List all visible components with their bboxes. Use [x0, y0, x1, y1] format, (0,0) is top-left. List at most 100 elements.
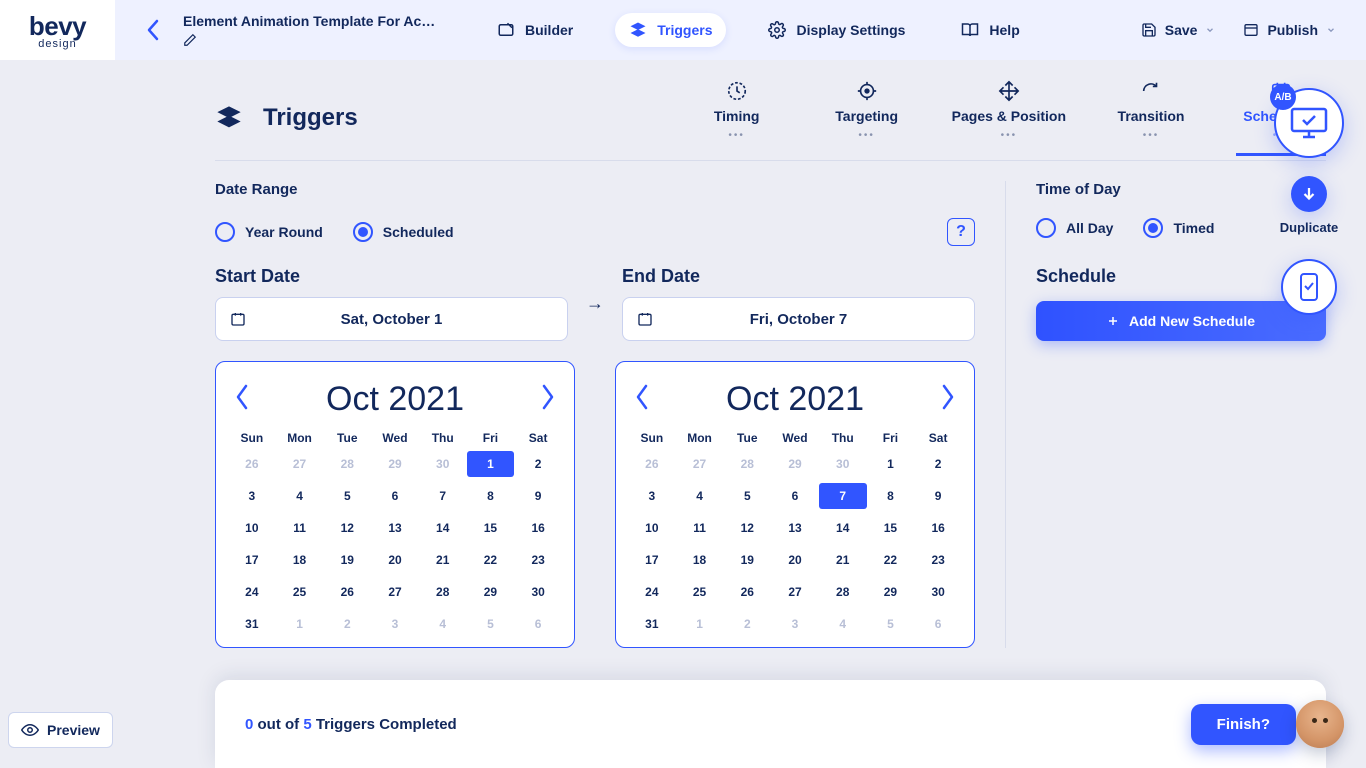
cal-day[interactable]: 15 — [867, 515, 915, 541]
cal-day[interactable]: 19 — [723, 547, 771, 573]
cal-day[interactable]: 16 — [514, 515, 562, 541]
cal-day[interactable]: 29 — [867, 579, 915, 605]
tab-help[interactable]: Help — [947, 13, 1033, 47]
cal-day[interactable]: 6 — [771, 483, 819, 509]
cal-day[interactable]: 14 — [819, 515, 867, 541]
cal-day[interactable]: 22 — [467, 547, 515, 573]
cal-day[interactable]: 17 — [228, 547, 276, 573]
cal-day[interactable]: 31 — [228, 611, 276, 637]
cal-day[interactable]: 28 — [819, 579, 867, 605]
cal-day-muted[interactable]: 28 — [323, 451, 371, 477]
logo[interactable]: bevy design — [0, 11, 115, 50]
cal-day[interactable]: 14 — [419, 515, 467, 541]
publish-button[interactable]: Publish — [1243, 22, 1336, 38]
cal-day[interactable]: 27 — [371, 579, 419, 605]
cal-day-muted[interactable]: 3 — [771, 611, 819, 637]
cal-day[interactable]: 7 — [819, 483, 867, 509]
cal-day-muted[interactable]: 29 — [371, 451, 419, 477]
cal-day[interactable]: 7 — [419, 483, 467, 509]
cal-day[interactable]: 26 — [323, 579, 371, 605]
trigger-tab-pages[interactable]: Pages & Position ••• — [952, 80, 1066, 156]
cal-day[interactable]: 13 — [771, 515, 819, 541]
cal-day[interactable]: 4 — [676, 483, 724, 509]
cal-day-muted[interactable]: 27 — [276, 451, 324, 477]
cal-next-button[interactable] — [540, 383, 556, 416]
cal-day[interactable]: 27 — [771, 579, 819, 605]
finish-button[interactable]: Finish? — [1191, 704, 1296, 745]
cal-day[interactable]: 24 — [628, 579, 676, 605]
cal-day-muted[interactable]: 6 — [514, 611, 562, 637]
cal-day-muted[interactable]: 1 — [276, 611, 324, 637]
cal-day[interactable]: 21 — [419, 547, 467, 573]
trigger-tab-targeting[interactable]: Targeting ••• — [822, 80, 912, 156]
cal-day[interactable]: 5 — [723, 483, 771, 509]
cal-day[interactable]: 3 — [628, 483, 676, 509]
edit-icon[interactable] — [183, 33, 197, 47]
cal-day[interactable]: 30 — [514, 579, 562, 605]
cal-day[interactable]: 11 — [276, 515, 324, 541]
cal-day[interactable]: 5 — [323, 483, 371, 509]
cal-day[interactable]: 12 — [323, 515, 371, 541]
desktop-preview-button[interactable]: A/B — [1274, 88, 1344, 158]
trigger-tab-timing[interactable]: Timing ••• — [692, 80, 782, 156]
radio-year-round[interactable]: Year Round — [215, 222, 323, 242]
cal-day-muted[interactable]: 30 — [819, 451, 867, 477]
mobile-preview-button[interactable] — [1281, 259, 1337, 315]
cal-day[interactable]: 2 — [914, 451, 962, 477]
radio-scheduled[interactable]: Scheduled — [353, 222, 454, 242]
cal-next-button[interactable] — [940, 383, 956, 416]
cal-day[interactable]: 9 — [514, 483, 562, 509]
cal-day[interactable]: 20 — [371, 547, 419, 573]
end-date-field[interactable]: Fri, October 7 — [622, 297, 975, 341]
save-button[interactable]: Save — [1141, 22, 1216, 38]
cal-day[interactable]: 21 — [819, 547, 867, 573]
cal-day-muted[interactable]: 30 — [419, 451, 467, 477]
avatar[interactable] — [1296, 700, 1344, 748]
cal-day[interactable]: 8 — [467, 483, 515, 509]
cal-day[interactable]: 1 — [867, 451, 915, 477]
help-button[interactable]: ? — [947, 218, 975, 246]
cal-day[interactable]: 4 — [276, 483, 324, 509]
back-button[interactable] — [133, 10, 173, 50]
cal-day-muted[interactable]: 6 — [914, 611, 962, 637]
cal-day[interactable]: 18 — [676, 547, 724, 573]
cal-day[interactable]: 20 — [771, 547, 819, 573]
cal-day-muted[interactable]: 5 — [867, 611, 915, 637]
cal-day-muted[interactable]: 1 — [676, 611, 724, 637]
cal-day[interactable]: 9 — [914, 483, 962, 509]
cal-day[interactable]: 2 — [514, 451, 562, 477]
radio-all-day[interactable]: All Day — [1036, 218, 1113, 238]
cal-day[interactable]: 30 — [914, 579, 962, 605]
preview-button[interactable]: Preview — [8, 712, 113, 748]
cal-day[interactable]: 31 — [628, 611, 676, 637]
cal-day[interactable]: 24 — [228, 579, 276, 605]
cal-day[interactable]: 12 — [723, 515, 771, 541]
cal-day[interactable]: 6 — [371, 483, 419, 509]
cal-day[interactable]: 18 — [276, 547, 324, 573]
cal-day[interactable]: 3 — [228, 483, 276, 509]
tab-triggers[interactable]: Triggers — [615, 13, 726, 47]
cal-day-muted[interactable]: 26 — [228, 451, 276, 477]
cal-day[interactable]: 28 — [419, 579, 467, 605]
tab-display-settings[interactable]: Display Settings — [754, 13, 919, 47]
tab-builder[interactable]: Builder — [483, 13, 587, 47]
cal-day[interactable]: 23 — [514, 547, 562, 573]
cal-day[interactable]: 17 — [628, 547, 676, 573]
cal-day-muted[interactable]: 28 — [723, 451, 771, 477]
cal-day-muted[interactable]: 29 — [771, 451, 819, 477]
cal-prev-button[interactable] — [234, 383, 250, 416]
trigger-tab-transition[interactable]: Transition ••• — [1106, 80, 1196, 156]
cal-day-muted[interactable]: 2 — [323, 611, 371, 637]
cal-day[interactable]: 10 — [228, 515, 276, 541]
radio-timed[interactable]: Timed — [1143, 218, 1214, 238]
cal-day-muted[interactable]: 27 — [676, 451, 724, 477]
cal-day[interactable]: 8 — [867, 483, 915, 509]
cal-day[interactable]: 10 — [628, 515, 676, 541]
cal-day[interactable]: 11 — [676, 515, 724, 541]
cal-day-muted[interactable]: 5 — [467, 611, 515, 637]
cal-prev-button[interactable] — [634, 383, 650, 416]
cal-day[interactable]: 19 — [323, 547, 371, 573]
duplicate-button[interactable] — [1291, 176, 1327, 212]
cal-day[interactable]: 26 — [723, 579, 771, 605]
start-date-field[interactable]: Sat, October 1 — [215, 297, 568, 341]
